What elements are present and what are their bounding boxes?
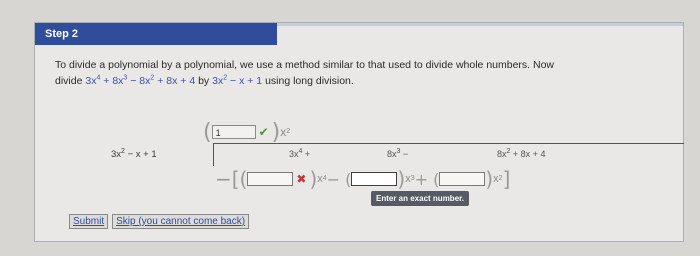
submit-button[interactable]: Submit	[69, 214, 109, 229]
close-paren: )	[309, 167, 318, 191]
subtract-mid: − (	[326, 169, 352, 189]
step-card: Step 2 To divide a polynomial by a polyn…	[34, 22, 684, 242]
close-paren: )	[271, 119, 281, 145]
dividend-expression: 3x4 + 8x3 − 8x2 + 8x + 4	[85, 75, 198, 88]
divide-word: divide	[55, 75, 83, 87]
dividend-term-2: + 8x	[100, 75, 124, 87]
divisor-term-2: − x + 1	[227, 75, 263, 87]
open-paren: (	[203, 119, 212, 145]
dividend-term: 8x2 + 8x + 4	[497, 148, 546, 159]
by-word: by	[198, 75, 210, 87]
subtract-lead: −[(	[215, 167, 248, 191]
dividend-term-3: − 8x	[127, 75, 151, 87]
dividend-term-1: 3x	[85, 75, 97, 87]
divisor: 3x2 − x + 1	[111, 147, 157, 160]
instructions: To divide a polynomial by a polynomial, …	[55, 57, 670, 89]
subtract-coef-input-1[interactable]	[247, 172, 294, 186]
instructions-line-1: To divide a polynomial by a polynomial, …	[55, 59, 555, 71]
long-division-bracket	[213, 143, 684, 166]
dividend-term: 3x4 +	[289, 148, 311, 159]
button-row: Submit Skip (you cannot come back)	[69, 214, 250, 229]
subtract-coef-input-2[interactable]	[351, 172, 398, 186]
subtract-coef-input-3[interactable]	[439, 172, 486, 186]
header-rule	[277, 23, 683, 26]
subtraction-row: −[( ✖ ) x4 − ( ) x3 + ( ) x2 ]	[215, 167, 511, 191]
skip-button[interactable]: Skip (you cannot come back)	[112, 214, 250, 229]
subtract-mid-2: + (	[414, 169, 440, 189]
x-icon: ✖	[296, 172, 307, 186]
instructions-suffix: using long division.	[265, 75, 354, 87]
dividend-term-4: + 8x + 4	[154, 75, 196, 87]
quotient-row: ( 1 ✔ ) x2	[203, 119, 291, 145]
instructions-line-2: divide 3x4 + 8x3 − 8x2 + 8x + 4 by 3x2 −…	[55, 73, 670, 89]
divisor-expression: 3x2 − x + 1	[212, 75, 265, 88]
close-paren: )	[485, 167, 494, 191]
close-paren: )	[397, 167, 406, 191]
tooltip: Enter an exact number.	[371, 191, 470, 206]
dividend-term: 8x3 −	[387, 148, 409, 159]
step-header: Step 2	[35, 23, 277, 45]
check-icon: ✔	[258, 125, 269, 139]
close-bracket: ]	[502, 167, 511, 191]
quotient-input[interactable]: 1	[211, 125, 256, 139]
divisor-term-1: 3x	[212, 75, 224, 87]
